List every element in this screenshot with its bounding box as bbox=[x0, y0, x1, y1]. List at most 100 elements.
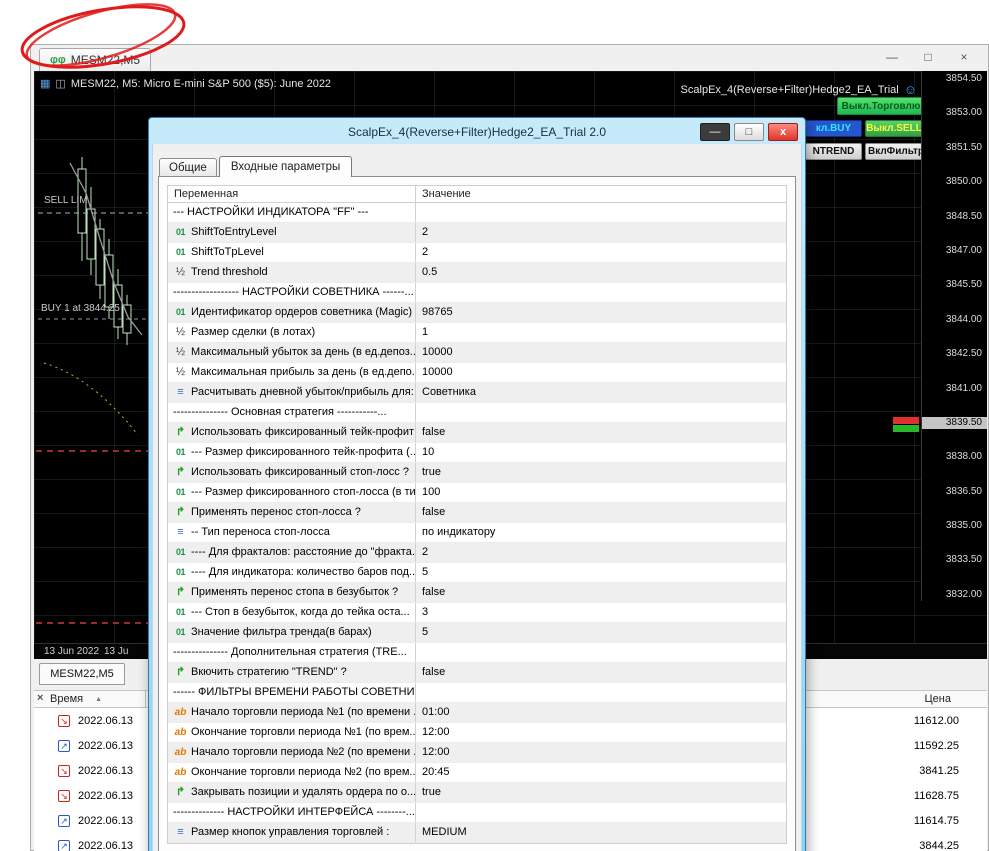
param-value[interactable]: false bbox=[416, 503, 786, 522]
param-value[interactable] bbox=[416, 203, 786, 222]
param-value[interactable]: 20:45 bbox=[416, 763, 786, 782]
parameter-row[interactable]: 01 ---- Для индикатора: количество баров… bbox=[168, 563, 786, 583]
param-value[interactable]: 10000 bbox=[416, 363, 786, 382]
param-value[interactable]: 01:00 bbox=[416, 703, 786, 722]
param-type-icon: 01 bbox=[175, 227, 186, 237]
parameter-row[interactable]: ≡ -- Тип переноса стоп-лосса по индикато… bbox=[168, 523, 786, 543]
parameter-row[interactable]: ↱ Использовать фиксированный тейк-профит… bbox=[168, 423, 786, 443]
param-type-icon: ab bbox=[174, 727, 187, 738]
param-value[interactable]: MEDIUM bbox=[416, 823, 786, 842]
parameter-row[interactable]: ≡ Расчитывать дневной убыток/прибыль для… bbox=[168, 383, 786, 403]
variable-column-header[interactable]: Переменная bbox=[168, 186, 416, 202]
param-name: Закрывать позиции и удалять ордера по о.… bbox=[191, 786, 415, 798]
parameter-row[interactable]: -------------- НАСТРОЙКИ ИНТЕРФЕЙСА ----… bbox=[168, 803, 786, 823]
param-value[interactable] bbox=[416, 283, 786, 302]
param-name: --- Размер фиксированного стоп-лосса (в … bbox=[191, 486, 415, 498]
dialog-titlebar[interactable]: ScalpEx_4(Reverse+Filter)Hedge2_EA_Trial… bbox=[152, 120, 802, 144]
toolbox-symbol-tab[interactable]: MESM22,M5 bbox=[39, 663, 125, 685]
parameter-row[interactable]: ≡ Размер кнопок управления торговлей : M… bbox=[168, 823, 786, 843]
parameter-row[interactable]: ab Окончание торговли периода №1 (по вре… bbox=[168, 723, 786, 743]
parameter-row[interactable]: ↱ Применять перенос стопа в безубыток ? … bbox=[168, 583, 786, 603]
param-value[interactable]: Советника bbox=[416, 383, 786, 402]
toolbox-close-icon[interactable]: × bbox=[37, 692, 43, 704]
parameter-row[interactable]: --------------- Дополнительная стратегия… bbox=[168, 643, 786, 663]
param-value[interactable]: по индикатору bbox=[416, 523, 786, 542]
dialog-maximize-button[interactable]: □ bbox=[734, 123, 764, 141]
trend-button[interactable]: NTREND bbox=[805, 143, 862, 160]
parameter-row[interactable]: ↱ Применять перенос стоп-лосса ? false bbox=[168, 503, 786, 523]
window-close-button[interactable]: × bbox=[950, 50, 978, 64]
parameter-row[interactable]: ↱ Закрывать позиции и удалять ордера по … bbox=[168, 783, 786, 803]
parameter-row[interactable]: ab Начало торговли периода №2 (по времен… bbox=[168, 743, 786, 763]
toggle-trading-button[interactable]: Выкл.Торговлю bbox=[837, 97, 925, 115]
param-value[interactable]: false bbox=[416, 663, 786, 682]
ea-smiley-icon[interactable]: ☺ bbox=[904, 82, 917, 97]
parameter-row[interactable]: 01 ShiftToEntryLevel 2 bbox=[168, 223, 786, 243]
price-tick: 3841.00 bbox=[945, 382, 982, 394]
toggle-buy-button[interactable]: кл.BUY bbox=[805, 120, 862, 137]
param-value[interactable] bbox=[416, 643, 786, 662]
time-column-header[interactable]: Время ▲ bbox=[34, 691, 146, 707]
parameter-row[interactable]: --------------- Основная стратегия -----… bbox=[168, 403, 786, 423]
parameter-row[interactable]: ↱ Вкючить стратегию "TREND" ? false bbox=[168, 663, 786, 683]
param-value[interactable] bbox=[416, 683, 786, 702]
dialog-close-button[interactable]: x bbox=[768, 123, 798, 141]
parameter-row[interactable]: 01 --- Размер фиксированного стоп-лосса … bbox=[168, 483, 786, 503]
parameter-row[interactable]: 01 --- Стоп в безубыток, когда до тейка … bbox=[168, 603, 786, 623]
price-column-header[interactable]: Цена bbox=[837, 693, 987, 705]
parameter-row[interactable]: ½ Trend threshold 0.5 bbox=[168, 263, 786, 283]
parameter-row[interactable]: 01 Значение фильтра тренда(в барах) 5 bbox=[168, 623, 786, 643]
window-maximize-button[interactable]: □ bbox=[914, 50, 942, 64]
param-value[interactable]: 2 bbox=[416, 543, 786, 562]
parameter-row[interactable]: ab Начало торговли периода №1 (по времен… bbox=[168, 703, 786, 723]
value-column-header[interactable]: Значение bbox=[416, 186, 786, 202]
param-value[interactable]: 5 bbox=[416, 623, 786, 642]
parameter-row[interactable]: ½ Максимальная прибыль за день (в ед.деп… bbox=[168, 363, 786, 383]
param-value[interactable]: 98765 bbox=[416, 303, 786, 322]
param-value[interactable]: 1 bbox=[416, 323, 786, 342]
param-value[interactable]: 10 bbox=[416, 443, 786, 462]
parameter-row[interactable]: 01 Идентификатор ордеров советника (Magi… bbox=[168, 303, 786, 323]
parameter-row[interactable]: --- НАСТРОЙКИ ИНДИКАТОРА "FF" --- bbox=[168, 203, 786, 223]
param-name: --------------- Дополнительная стратегия… bbox=[173, 646, 407, 658]
quotes-grid-icon[interactable]: ▦ bbox=[40, 78, 50, 90]
window-minimize-button[interactable]: — bbox=[878, 50, 906, 64]
param-value[interactable]: 2 bbox=[416, 223, 786, 242]
parameter-row[interactable]: 01 --- Размер фиксированного тейк-профит… bbox=[168, 443, 786, 463]
param-value[interactable]: true bbox=[416, 463, 786, 482]
parameter-row[interactable]: ab Окончание торговли периода №2 (по вре… bbox=[168, 763, 786, 783]
param-type-icon: 01 bbox=[175, 547, 186, 557]
param-value[interactable]: 5 bbox=[416, 563, 786, 582]
parameter-row[interactable]: ------ ФИЛЬТРЫ ВРЕМЕНИ РАБОТЫ СОВЕТНИКА … bbox=[168, 683, 786, 703]
parameter-row[interactable]: 01 ShiftToTpLevel 2 bbox=[168, 243, 786, 263]
param-value[interactable] bbox=[416, 403, 786, 422]
parameter-row[interactable]: ½ Максимальный убыток за день (в ед.депо… bbox=[168, 343, 786, 363]
parameter-row[interactable]: ------------------ НАСТРОЙКИ СОВЕТНИКА -… bbox=[168, 283, 786, 303]
param-name: Trend threshold bbox=[191, 266, 268, 278]
param-value[interactable]: 2 bbox=[416, 243, 786, 262]
param-value[interactable]: 10000 bbox=[416, 343, 786, 362]
param-value[interactable]: 3 bbox=[416, 603, 786, 622]
price-scale[interactable]: 3854.50 3853.00 3851.50 3850.00 3848.50 … bbox=[921, 71, 987, 601]
price-tick: 3844.00 bbox=[945, 313, 982, 325]
parameter-row[interactable]: ½ Размер сделки (в лотах) 1 bbox=[168, 323, 786, 343]
param-type-icon: ½ bbox=[175, 266, 186, 278]
chart-tab-mesm22-m5[interactable]: φφ MESM22,M5 bbox=[39, 48, 152, 71]
param-value[interactable]: 12:00 bbox=[416, 723, 786, 742]
param-value[interactable]: false bbox=[416, 583, 786, 602]
param-value[interactable]: 100 bbox=[416, 483, 786, 502]
param-value[interactable]: false bbox=[416, 423, 786, 442]
toggle-sell-button[interactable]: Выкл.SELL bbox=[865, 120, 923, 137]
param-value[interactable] bbox=[416, 803, 786, 822]
param-value[interactable]: 0.5 bbox=[416, 263, 786, 282]
parameter-row[interactable]: ↱ Использовать фиксированный стоп-лосс ?… bbox=[168, 463, 786, 483]
parameters-table-body: --- НАСТРОЙКИ ИНДИКАТОРА "FF" --- 01 Shi… bbox=[168, 203, 786, 843]
depth-of-market-icon[interactable]: ◫ bbox=[55, 78, 65, 90]
filter-button[interactable]: ВклФильтр bbox=[865, 143, 927, 160]
param-value[interactable]: true bbox=[416, 783, 786, 802]
param-value[interactable]: 12:00 bbox=[416, 743, 786, 762]
tab-inputs[interactable]: Входные параметры bbox=[218, 156, 353, 177]
dialog-minimize-button[interactable]: — bbox=[700, 123, 730, 141]
param-name: ---- Для фракталов: расстояние до "фракт… bbox=[191, 546, 415, 558]
parameter-row[interactable]: 01 ---- Для фракталов: расстояние до "фр… bbox=[168, 543, 786, 563]
